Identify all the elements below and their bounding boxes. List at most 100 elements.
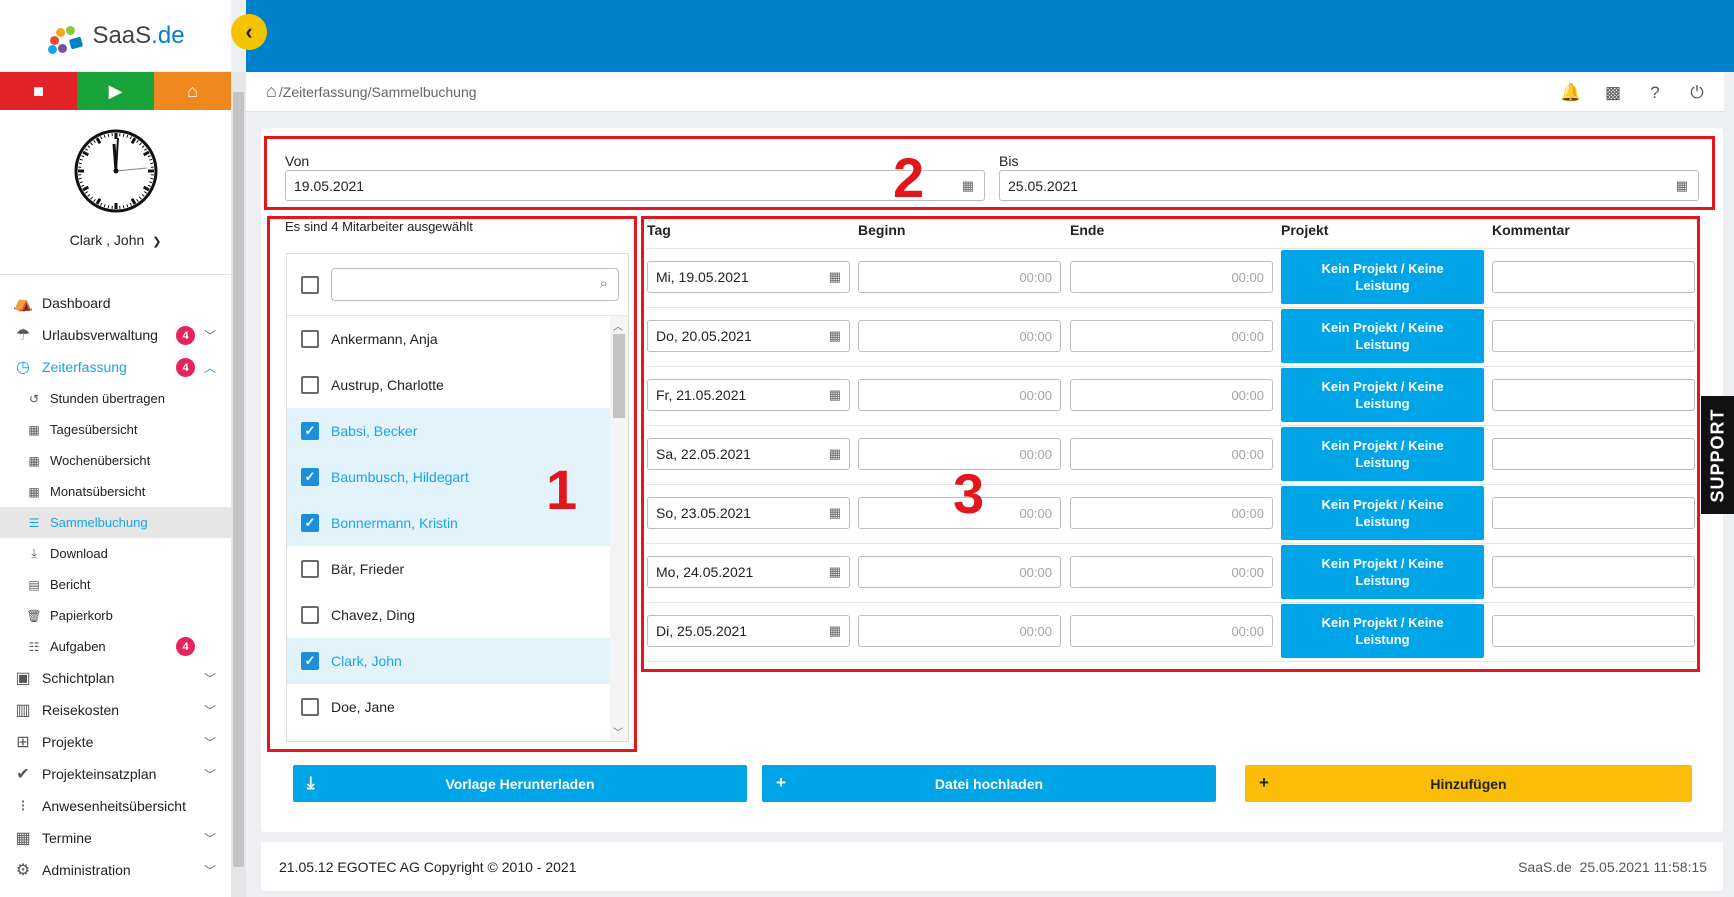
- project-select-button[interactable]: Kein Projekt / Keine Leistung: [1281, 368, 1484, 422]
- scroll-up-icon[interactable]: ︿: [613, 318, 623, 333]
- end-time-input[interactable]: 00:00: [1070, 438, 1273, 470]
- calendar-icon[interactable]: ▦: [829, 564, 841, 580]
- nav-zeiterfassung[interactable]: ◷ Zeiterfassung 4 ︿: [0, 351, 231, 383]
- day-date-input[interactable]: Di, 25.05.2021 ▦: [647, 615, 850, 647]
- calendar-icon[interactable]: ▦: [829, 623, 841, 639]
- calendar-icon[interactable]: ▦: [962, 178, 974, 194]
- end-time-input[interactable]: 00:00: [1070, 379, 1273, 411]
- employee-checkbox[interactable]: ✓: [301, 422, 319, 440]
- logo[interactable]: SaaS.de: [0, 0, 231, 72]
- day-date-input[interactable]: Sa, 22.05.2021 ▦: [647, 438, 850, 470]
- user-menu[interactable]: Clark , John ❯: [70, 232, 162, 248]
- project-select-button[interactable]: Kein Projekt / Keine Leistung: [1281, 545, 1484, 599]
- project-select-button[interactable]: Kein Projekt / Keine Leistung: [1281, 250, 1484, 304]
- comment-input[interactable]: [1492, 615, 1695, 647]
- start-button[interactable]: ▶: [77, 72, 154, 110]
- end-time-input[interactable]: 00:00: [1070, 556, 1273, 588]
- stop-button[interactable]: ■: [0, 72, 77, 110]
- begin-time-input[interactable]: 00:00: [858, 556, 1061, 588]
- employee-checkbox[interactable]: [301, 376, 319, 394]
- nav-stunden-uebertragen[interactable]: ↺ Stunden übertragen: [0, 383, 231, 414]
- project-select-button[interactable]: Kein Projekt / Keine Leistung: [1281, 309, 1484, 363]
- employee-checkbox[interactable]: [301, 330, 319, 348]
- nav-wochenuebersicht[interactable]: ▦ Wochenübersicht: [0, 445, 231, 476]
- calendar-icon[interactable]: ▦: [829, 387, 841, 403]
- add-button[interactable]: + Hinzufügen: [1245, 765, 1692, 802]
- support-tab[interactable]: SUPPORT: [1701, 396, 1734, 514]
- day-date-input[interactable]: Mo, 24.05.2021 ▦: [647, 556, 850, 588]
- end-time-input[interactable]: 00:00: [1070, 320, 1273, 352]
- calendar-icon[interactable]: ▦: [829, 328, 841, 344]
- nav-projekte[interactable]: ⊞ Projekte ﹀: [0, 726, 231, 758]
- sidebar-scrollbar[interactable]: [231, 72, 246, 897]
- begin-time-input[interactable]: 00:00: [858, 320, 1061, 352]
- project-select-button[interactable]: Kein Projekt / Keine Leistung: [1281, 486, 1484, 540]
- nav-monatsuebersicht[interactable]: ▦ Monatsübersicht: [0, 476, 231, 507]
- nav-administration[interactable]: ⚙ Administration ﹀: [0, 854, 231, 886]
- nav-schichtplan[interactable]: ▣ Schichtplan ﹀: [0, 662, 231, 694]
- nav-dashboard[interactable]: ⛺ Dashboard: [0, 287, 231, 319]
- von-date-input[interactable]: 19.05.2021 ▦: [285, 170, 985, 201]
- scroll-down-icon[interactable]: ﹀: [613, 724, 623, 739]
- calendar-icon[interactable]: ▦: [829, 505, 841, 521]
- day-date-input[interactable]: Fr, 21.05.2021 ▦: [647, 379, 850, 411]
- begin-time-input[interactable]: 00:00: [858, 379, 1061, 411]
- day-date-input[interactable]: Mi, 19.05.2021 ▦: [647, 261, 850, 293]
- nav-projekteinsatzplan[interactable]: ✔ Projekteinsatzplan ﹀: [0, 758, 231, 790]
- day-date-input[interactable]: Do, 20.05.2021 ▦: [647, 320, 850, 352]
- begin-time-input[interactable]: 00:00: [858, 261, 1061, 293]
- nav-urlaubsverwaltung[interactable]: ☂ Urlaubsverwaltung 4 ﹀: [0, 319, 231, 351]
- employee-search-input[interactable]: ⌕: [331, 268, 619, 301]
- day-date-input[interactable]: So, 23.05.2021 ▦: [647, 497, 850, 529]
- comment-input[interactable]: [1492, 556, 1695, 588]
- bell-icon[interactable]: 🔔: [1560, 82, 1582, 104]
- employee-row[interactable]: Doe, Jane: [287, 684, 611, 730]
- employee-row[interactable]: ✓ Babsi, Becker: [287, 408, 611, 454]
- nav-papierkorb[interactable]: 🗑 Papierkorb: [0, 600, 231, 631]
- calendar-icon[interactable]: ▦: [1676, 178, 1688, 194]
- home-icon[interactable]: ⌂: [266, 81, 277, 102]
- nav-sammelbuchung[interactable]: ☰ Sammelbuchung: [0, 507, 231, 538]
- begin-time-input[interactable]: 00:00: [858, 615, 1061, 647]
- employee-checkbox[interactable]: ✓: [301, 468, 319, 486]
- comment-input[interactable]: [1492, 320, 1695, 352]
- nav-anwesenheitsuebersicht[interactable]: ⁝ Anwesenheitsübersicht: [0, 790, 231, 822]
- employee-row[interactable]: Austrup, Charlotte: [287, 362, 611, 408]
- calendar-icon[interactable]: ▦: [829, 446, 841, 462]
- nav-download[interactable]: ⤓ Download: [0, 538, 231, 569]
- end-time-input[interactable]: 00:00: [1070, 497, 1273, 529]
- nav-bericht[interactable]: ▤ Bericht: [0, 569, 231, 600]
- employee-checkbox[interactable]: [301, 698, 319, 716]
- end-time-input[interactable]: 00:00: [1070, 615, 1273, 647]
- power-icon[interactable]: ⏻: [1686, 82, 1708, 104]
- employee-checkbox[interactable]: ✓: [301, 514, 319, 532]
- end-time-input[interactable]: 00:00: [1070, 261, 1273, 293]
- comment-input[interactable]: [1492, 379, 1695, 411]
- project-select-button[interactable]: Kein Projekt / Keine Leistung: [1281, 604, 1484, 658]
- nav-termine[interactable]: ▦ Termine ﹀: [0, 822, 231, 854]
- breadcrumb-path[interactable]: /Zeiterfassung/Sammelbuchung: [279, 84, 477, 100]
- employee-row[interactable]: Bär, Frieder: [287, 546, 611, 592]
- comment-input[interactable]: [1492, 438, 1695, 470]
- collapse-sidebar-button[interactable]: ‹: [231, 14, 267, 50]
- calendar-icon[interactable]: ▦: [829, 269, 841, 285]
- employee-row[interactable]: Ankermann, Anja: [287, 316, 611, 362]
- scrollbar-thumb[interactable]: [613, 334, 625, 418]
- bis-date-input[interactable]: 25.05.2021 ▦: [999, 170, 1699, 201]
- upload-file-button[interactable]: + Datei hochladen: [762, 765, 1216, 802]
- project-select-button[interactable]: Kein Projekt / Keine Leistung: [1281, 427, 1484, 481]
- nav-aufgaben[interactable]: ☷ Aufgaben 4: [0, 631, 231, 662]
- home-office-button[interactable]: ⌂: [154, 72, 231, 110]
- employee-list-scrollbar[interactable]: ︿ ﹀: [610, 316, 628, 741]
- comment-input[interactable]: [1492, 497, 1695, 529]
- comment-input[interactable]: [1492, 261, 1695, 293]
- qr-code-icon[interactable]: ▩: [1602, 82, 1624, 104]
- help-icon[interactable]: ?: [1644, 82, 1666, 104]
- employee-row[interactable]: Chavez, Ding: [287, 592, 611, 638]
- employee-row[interactable]: ✓ Clark, John: [287, 638, 611, 684]
- employee-checkbox[interactable]: ✓: [301, 652, 319, 670]
- nav-tagesuebersicht[interactable]: ▦ Tagesübersicht: [0, 414, 231, 445]
- download-template-button[interactable]: ⤓ Vorlage Herunterladen: [293, 765, 747, 802]
- scrollbar-thumb[interactable]: [233, 92, 244, 867]
- employee-checkbox[interactable]: [301, 606, 319, 624]
